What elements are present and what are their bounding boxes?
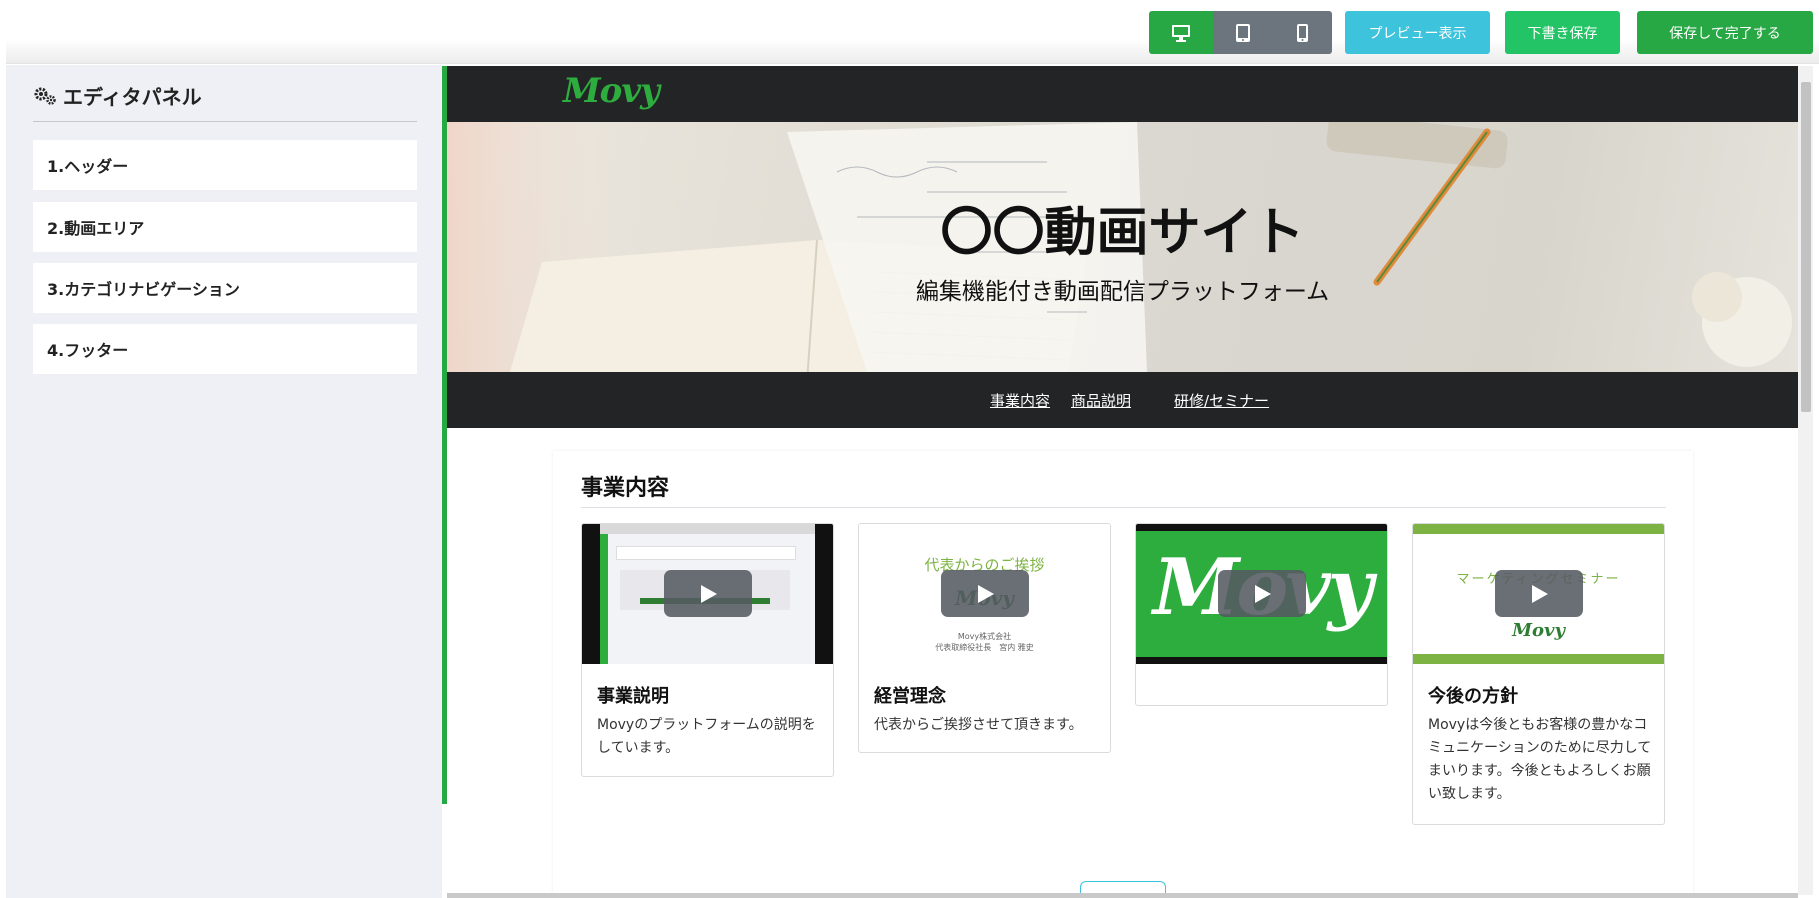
video-thumbnail[interactable] bbox=[582, 524, 833, 664]
save-and-finish-button[interactable]: 保存して完了する bbox=[1637, 11, 1813, 54]
thumbnail-logo: Movy bbox=[1512, 620, 1565, 641]
play-button[interactable] bbox=[1495, 570, 1583, 617]
hero-subtitle: 編集機能付き動画配信プラットフォーム bbox=[915, 279, 1330, 305]
video-thumbnail[interactable]: 代表からのご挨拶 Movy Movy株式会社 代表取締役社長 宮内 雅史 bbox=[859, 524, 1110, 664]
site-header[interactable]: Movy bbox=[447, 66, 1798, 122]
gears-icon bbox=[34, 87, 56, 105]
tablet-icon bbox=[1236, 23, 1250, 42]
card-description: Movyは今後ともお客様の豊かなコミュニケーションのために尽力してまいります。今… bbox=[1428, 717, 1652, 802]
hero-title: 〇〇動画サイト bbox=[940, 203, 1305, 263]
preview-button[interactable]: プレビュー表示 bbox=[1345, 11, 1490, 54]
desktop-icon bbox=[1172, 24, 1190, 42]
site-logo: Movy bbox=[563, 71, 660, 111]
hero-banner[interactable]: 〇〇動画サイト 編集機能付き動画配信プラットフォーム bbox=[447, 122, 1798, 372]
nav-link-business[interactable]: 事業内容 bbox=[990, 390, 1050, 411]
editor-panel-title: エディタパネル bbox=[33, 81, 202, 110]
play-icon bbox=[701, 584, 717, 603]
video-card[interactable]: 事業説明 Movyのプラットフォームの説明をしています。 bbox=[581, 523, 834, 777]
card-title: 今後の方針 bbox=[1428, 686, 1518, 707]
panel-item-video-area[interactable]: 2.動画エリア bbox=[33, 202, 417, 252]
card-description: 代表からご挨拶させて頂きます。 bbox=[874, 717, 1083, 733]
site-preview[interactable]: Movy 〇〇動画サイト 編集機能付き動画配信プラットフォーム 事業内容 商品説… bbox=[447, 66, 1798, 895]
video-card[interactable]: 代表からのご挨拶 Movy Movy株式会社 代表取締役社長 宮内 雅史 経営理… bbox=[858, 523, 1111, 753]
phone-icon bbox=[1297, 23, 1308, 42]
panel-item-category-nav[interactable]: 3.カテゴリナビゲーション bbox=[33, 263, 417, 313]
play-button[interactable] bbox=[941, 570, 1029, 617]
card-description: Movyのプラットフォームの説明をしています。 bbox=[597, 717, 816, 756]
panel-item-header[interactable]: 1.ヘッダー bbox=[33, 140, 417, 190]
play-icon bbox=[1255, 584, 1271, 603]
editor-panel-title-text: エディタパネル bbox=[63, 85, 202, 109]
top-toolbar: プレビュー表示 下書き保存 保存して完了する bbox=[6, 2, 1819, 64]
category-nav[interactable]: 事業内容 商品説明 研修/セミナー bbox=[447, 372, 1798, 428]
tablet-view-button[interactable] bbox=[1213, 11, 1273, 54]
video-card[interactable]: Movy bbox=[1135, 523, 1388, 706]
section-title: 事業内容 bbox=[581, 476, 670, 501]
video-card[interactable]: マーケティングセミナー Movy 今後の方針 Movyは今後ともお客様の豊かなコ… bbox=[1412, 523, 1665, 825]
panel-item-footer[interactable]: 4.フッター bbox=[33, 324, 417, 374]
thumbnail-company: Movy株式会社 bbox=[957, 632, 1012, 641]
save-draft-button[interactable]: 下書き保存 bbox=[1505, 11, 1620, 54]
editor-panel: エディタパネル 1.ヘッダー 2.動画エリア 3.カテゴリナビゲーション 4.フ… bbox=[6, 65, 442, 898]
divider bbox=[581, 507, 1666, 508]
play-button[interactable] bbox=[664, 570, 752, 617]
phone-view-button[interactable] bbox=[1273, 11, 1332, 54]
horizontal-scrollbar[interactable] bbox=[447, 893, 1798, 898]
card-title: 経営理念 bbox=[874, 686, 946, 707]
video-area[interactable]: 事業内容 事業説明 Movyのプラットフォームの説明をしています。 代表からのご… bbox=[553, 451, 1693, 895]
thumbnail-top-band bbox=[1413, 524, 1664, 534]
divider bbox=[33, 121, 417, 122]
nav-link-training[interactable]: 研修/セミナー bbox=[1174, 390, 1269, 411]
card-title: 事業説明 bbox=[597, 686, 669, 707]
play-icon bbox=[978, 584, 994, 603]
device-toggle-group bbox=[1149, 11, 1332, 54]
play-icon bbox=[1532, 584, 1548, 603]
video-thumbnail[interactable]: Movy bbox=[1136, 524, 1387, 664]
scrollbar-thumb[interactable] bbox=[1801, 82, 1811, 412]
thumbnail-person: 代表取締役社長 宮内 雅史 bbox=[935, 643, 1034, 652]
nav-link-products[interactable]: 商品説明 bbox=[1071, 390, 1131, 411]
play-button[interactable] bbox=[1218, 570, 1306, 617]
desktop-view-button[interactable] bbox=[1149, 11, 1213, 54]
thumbnail-bottom-band bbox=[1413, 654, 1664, 664]
video-thumbnail[interactable]: マーケティングセミナー Movy bbox=[1413, 524, 1664, 664]
